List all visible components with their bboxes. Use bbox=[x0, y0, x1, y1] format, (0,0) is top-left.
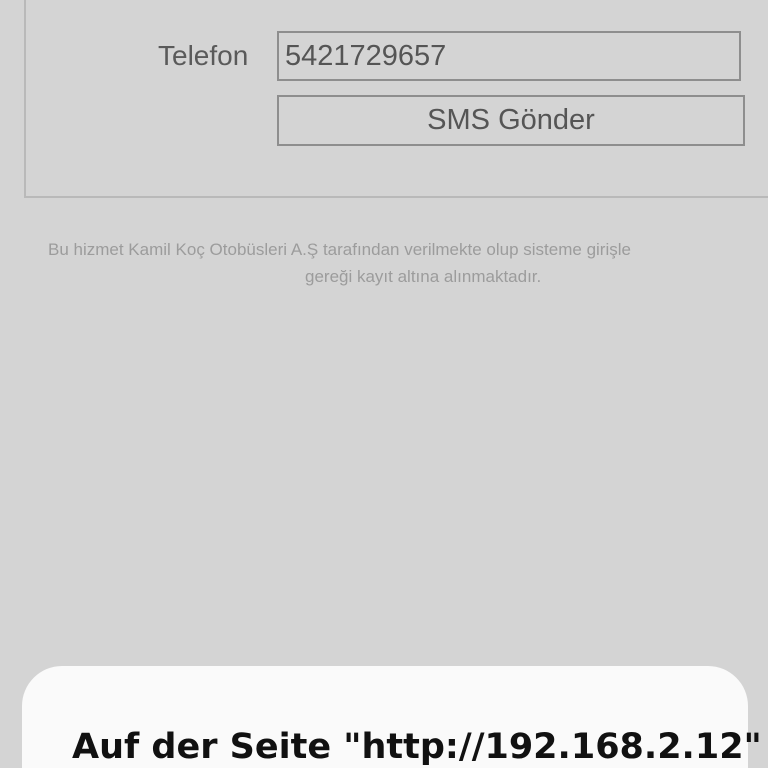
send-sms-button[interactable]: SMS Gönder bbox=[277, 95, 745, 146]
alert-dialog-title: Auf der Seite "http://192.168.2.12" bbox=[72, 727, 762, 767]
phone-label: Telefon bbox=[158, 40, 249, 71]
disclaimer-text: Bu hizmet Kamil Koç Otobüsleri A.Ş taraf… bbox=[48, 236, 768, 290]
disclaimer-line-1: Bu hizmet Kamil Koç Otobüsleri A.Ş taraf… bbox=[48, 240, 631, 259]
phone-input[interactable] bbox=[277, 31, 741, 81]
disclaimer-line-2: gereği kayıt altına alınmaktadır. bbox=[305, 267, 542, 286]
